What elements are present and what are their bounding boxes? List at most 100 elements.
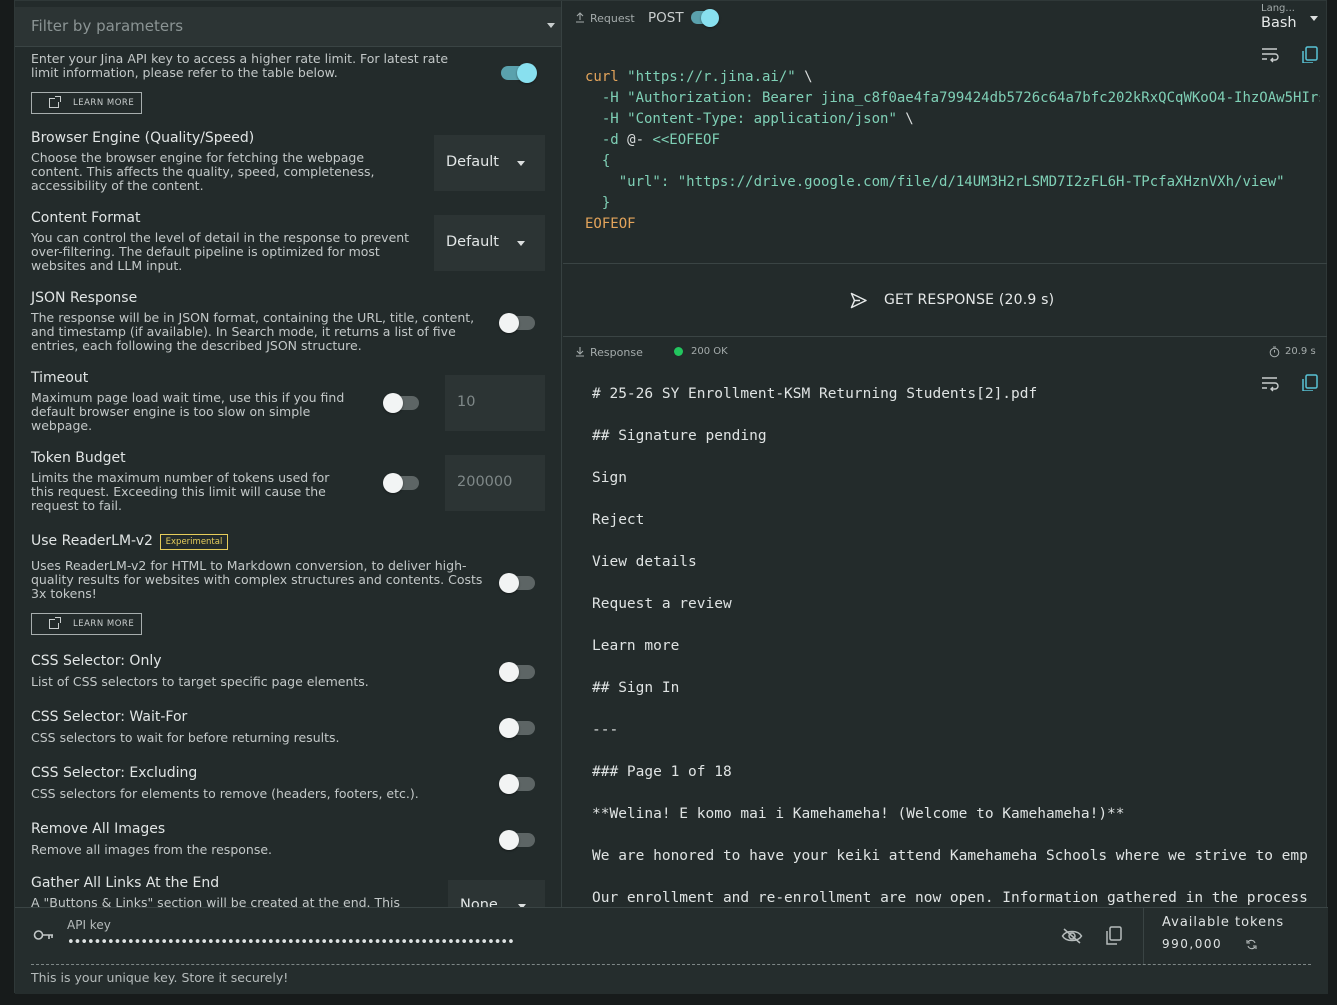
browser-engine-desc: Choose the browser engine for fetching t… <box>31 150 375 193</box>
copy-icon[interactable] <box>1300 45 1320 63</box>
response-line <box>592 405 1308 426</box>
response-line <box>592 615 1308 636</box>
api-key-label: API key <box>67 918 111 932</box>
response-content[interactable]: # 25-26 SY Enrollment-KSM Returning Stud… <box>592 384 1308 907</box>
method-toggle[interactable] <box>691 8 719 27</box>
status-dot-icon <box>674 347 683 356</box>
css-wait-toggle[interactable] <box>499 718 535 738</box>
response-line: Learn more <box>592 638 680 654</box>
json-response-title: JSON Response <box>31 290 138 306</box>
browser-engine-title: Browser Engine (Quality/Speed) <box>31 130 255 146</box>
response-line: We are honored to have your keiki attend… <box>592 848 1308 864</box>
css-excluding-title: CSS Selector: Excluding <box>31 765 198 781</box>
response-time: 20.9 s <box>1285 346 1316 357</box>
json-response-toggle[interactable] <box>499 313 535 333</box>
request-label: Request <box>590 12 635 25</box>
chevron-down-icon <box>517 241 525 246</box>
remove-images-desc: Remove all images from the response. <box>31 842 272 857</box>
response-line: **Welina! E komo mai i Kamehameha! (Welc… <box>592 806 1125 822</box>
download-icon <box>576 347 584 357</box>
experimental-badge: Experimental <box>160 534 228 550</box>
token-budget-toggle[interactable] <box>383 473 419 493</box>
response-line <box>592 489 1308 510</box>
readerlm-learn-more-button[interactable]: LEARN MORE <box>31 613 142 635</box>
css-excluding-desc: CSS selectors for elements to remove (he… <box>31 786 419 801</box>
tokens-value: 990,000 <box>1162 937 1223 951</box>
send-icon <box>850 292 867 309</box>
gather-links-title: Gather All Links At the End <box>31 875 220 891</box>
timeout-input[interactable]: 10 <box>445 375 545 431</box>
response-line <box>592 447 1308 468</box>
response-line <box>592 657 1308 678</box>
readerlm-desc: Uses ReaderLM-v2 for HTML to Markdown co… <box>31 558 483 601</box>
content-format-select[interactable]: Default <box>434 215 545 271</box>
upload-icon <box>576 12 584 23</box>
key-icon <box>33 930 53 940</box>
parameters-panel: Filter by parameters Enter your Jina API… <box>15 1 562 907</box>
tokens-label: Available tokens <box>1162 915 1285 930</box>
api-key-field[interactable]: ••••••••••••••••••••••••••••••••••••••••… <box>67 935 515 950</box>
language-label: Lang... <box>1261 3 1295 14</box>
api-key-toggle[interactable] <box>501 63 537 83</box>
json-response-desc: The response will be in JSON format, con… <box>31 310 475 353</box>
token-budget-title: Token Budget <box>31 450 126 466</box>
eye-off-icon[interactable] <box>1061 927 1083 945</box>
css-only-desc: List of CSS selectors to target specific… <box>31 674 369 689</box>
css-only-toggle[interactable] <box>499 662 535 682</box>
gather-links-select[interactable]: None <box>448 880 545 907</box>
timeout-toggle[interactable] <box>383 393 419 413</box>
status-badge: 200 OK <box>691 346 728 357</box>
response-line: Request a review <box>592 596 732 612</box>
timer-icon <box>1269 346 1280 358</box>
css-wait-desc: CSS selectors to wait for before returni… <box>31 730 340 745</box>
chevron-down-icon <box>1310 16 1318 21</box>
refresh-icon[interactable] <box>1246 939 1257 950</box>
response-line: --- <box>592 722 619 738</box>
request-panel: Request POST Lang... Bash curl "https://… <box>563 1 1327 264</box>
response-line <box>592 573 1308 594</box>
response-line <box>592 783 1308 804</box>
response-line: View details <box>592 554 697 570</box>
response-line: ## Signature pending <box>592 428 767 444</box>
timeout-desc: Maximum page load wait time, use this if… <box>31 390 345 433</box>
learn-more-button[interactable]: LEARN MORE <box>31 92 142 114</box>
readerlm-title: Use ReaderLM-v2 <box>31 533 153 549</box>
remove-images-title: Remove All Images <box>31 821 166 837</box>
gather-links-desc: A "Buttons & Links" section will be crea… <box>31 895 401 908</box>
remove-images-toggle[interactable] <box>499 830 535 850</box>
response-line <box>592 699 1308 720</box>
css-wait-title: CSS Selector: Wait-For <box>31 709 188 725</box>
content-format-desc: You can control the level of detail in t… <box>31 230 410 273</box>
filter-dropdown[interactable]: Filter by parameters <box>15 7 561 47</box>
response-line <box>592 531 1308 552</box>
response-line: Sign <box>592 470 627 486</box>
response-line: Our enrollment and re-enrollment are now… <box>592 890 1308 906</box>
token-budget-desc: Limits the maximum number of tokens used… <box>31 470 330 513</box>
copy-key-icon[interactable] <box>1105 926 1123 946</box>
request-code[interactable]: curl "https://r.jina.ai/" \ -H "Authoriz… <box>585 67 1320 235</box>
browser-engine-select[interactable]: Default <box>434 135 545 191</box>
wrap-text-icon[interactable] <box>1260 46 1280 64</box>
dashed-divider <box>31 964 1311 965</box>
language-select[interactable]: Bash <box>1261 15 1297 31</box>
chevron-down-icon <box>547 23 555 28</box>
get-response-button[interactable]: GET RESPONSE (20.9 s) <box>563 265 1327 337</box>
external-link-icon <box>49 617 61 629</box>
content-format-title: Content Format <box>31 210 141 226</box>
method-label: POST <box>648 10 684 26</box>
api-intro-desc: Enter your Jina API key to access a high… <box>31 51 449 80</box>
get-response-label: GET RESPONSE (20.9 s) <box>884 292 1055 308</box>
chevron-down-icon <box>517 161 525 166</box>
readerlm-toggle[interactable] <box>499 573 535 593</box>
response-line: ## Sign In <box>592 680 680 696</box>
app-frame: Filter by parameters Enter your Jina API… <box>14 0 1328 994</box>
response-line: Reject <box>592 512 645 528</box>
token-budget-input[interactable]: 200000 <box>445 455 545 511</box>
timeout-title: Timeout <box>31 370 89 386</box>
response-line <box>592 741 1308 762</box>
filter-label: Filter by parameters <box>31 17 184 35</box>
response-panel: Response 200 OK 20.9 s # 25-26 SY Enroll… <box>563 338 1327 907</box>
response-line <box>592 867 1308 888</box>
css-excluding-toggle[interactable] <box>499 774 535 794</box>
divider <box>1143 908 1144 965</box>
